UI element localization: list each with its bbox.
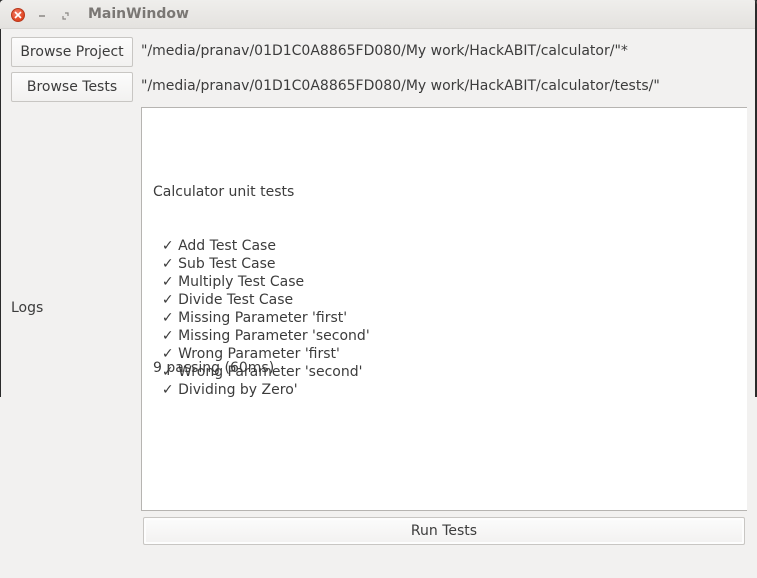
log-item-label: Multiply Test Case — [178, 274, 305, 290]
log-output[interactable]: Calculator unit tests ✓ Add Test Case ✓ … — [141, 107, 747, 511]
check-icon: ✓ — [161, 274, 174, 290]
log-item-label: Sub Test Case — [178, 256, 276, 272]
log-item: ✓ Multiply Test Case — [153, 273, 370, 291]
log-item: ✓ Dividing by Zero' — [153, 381, 370, 399]
check-icon: ✓ — [161, 382, 174, 398]
log-item-label: Divide Test Case — [178, 292, 294, 308]
title-bar[interactable]: MainWindow — [0, 0, 757, 29]
log-item-label: Add Test Case — [178, 238, 276, 254]
check-icon: ✓ — [161, 310, 174, 326]
log-text-block: Calculator unit tests ✓ Add Test Case ✓ … — [153, 147, 370, 435]
log-item-label: Dividing by Zero' — [178, 382, 298, 398]
minimize-icon[interactable] — [38, 8, 48, 22]
maximize-icon[interactable] — [61, 8, 71, 22]
main-window: MainWindow Browse Project "/media/pranav… — [0, 0, 757, 578]
log-suite-title: Calculator unit tests — [153, 184, 295, 200]
log-summary: 9 passing (60ms) — [153, 360, 275, 376]
run-tests-button[interactable]: Run Tests — [143, 517, 745, 545]
desktop-edge-left — [0, 29, 1, 397]
check-icon: ✓ — [161, 238, 174, 254]
log-item-label: Missing Parameter 'first' — [178, 310, 348, 326]
browse-tests-button[interactable]: Browse Tests — [11, 72, 133, 102]
logs-label: Logs — [11, 300, 44, 316]
tests-path-label: "/media/pranav/01D1C0A8865FD080/My work/… — [141, 78, 660, 94]
browse-project-button[interactable]: Browse Project — [11, 37, 133, 67]
check-icon: ✓ — [161, 256, 174, 272]
log-item: ✓ Missing Parameter 'first' — [153, 309, 370, 327]
log-item-label: Missing Parameter 'second' — [178, 328, 370, 344]
log-item: ✓ Missing Parameter 'second' — [153, 327, 370, 345]
check-icon: ✓ — [161, 328, 174, 344]
check-icon: ✓ — [161, 292, 174, 308]
project-path-label: "/media/pranav/01D1C0A8865FD080/My work/… — [141, 43, 628, 59]
window-title: MainWindow — [88, 6, 189, 22]
log-item: ✓ Sub Test Case — [153, 255, 370, 273]
log-item: ✓ Divide Test Case — [153, 291, 370, 309]
close-icon[interactable] — [11, 8, 25, 22]
log-item: ✓ Add Test Case — [153, 237, 370, 255]
